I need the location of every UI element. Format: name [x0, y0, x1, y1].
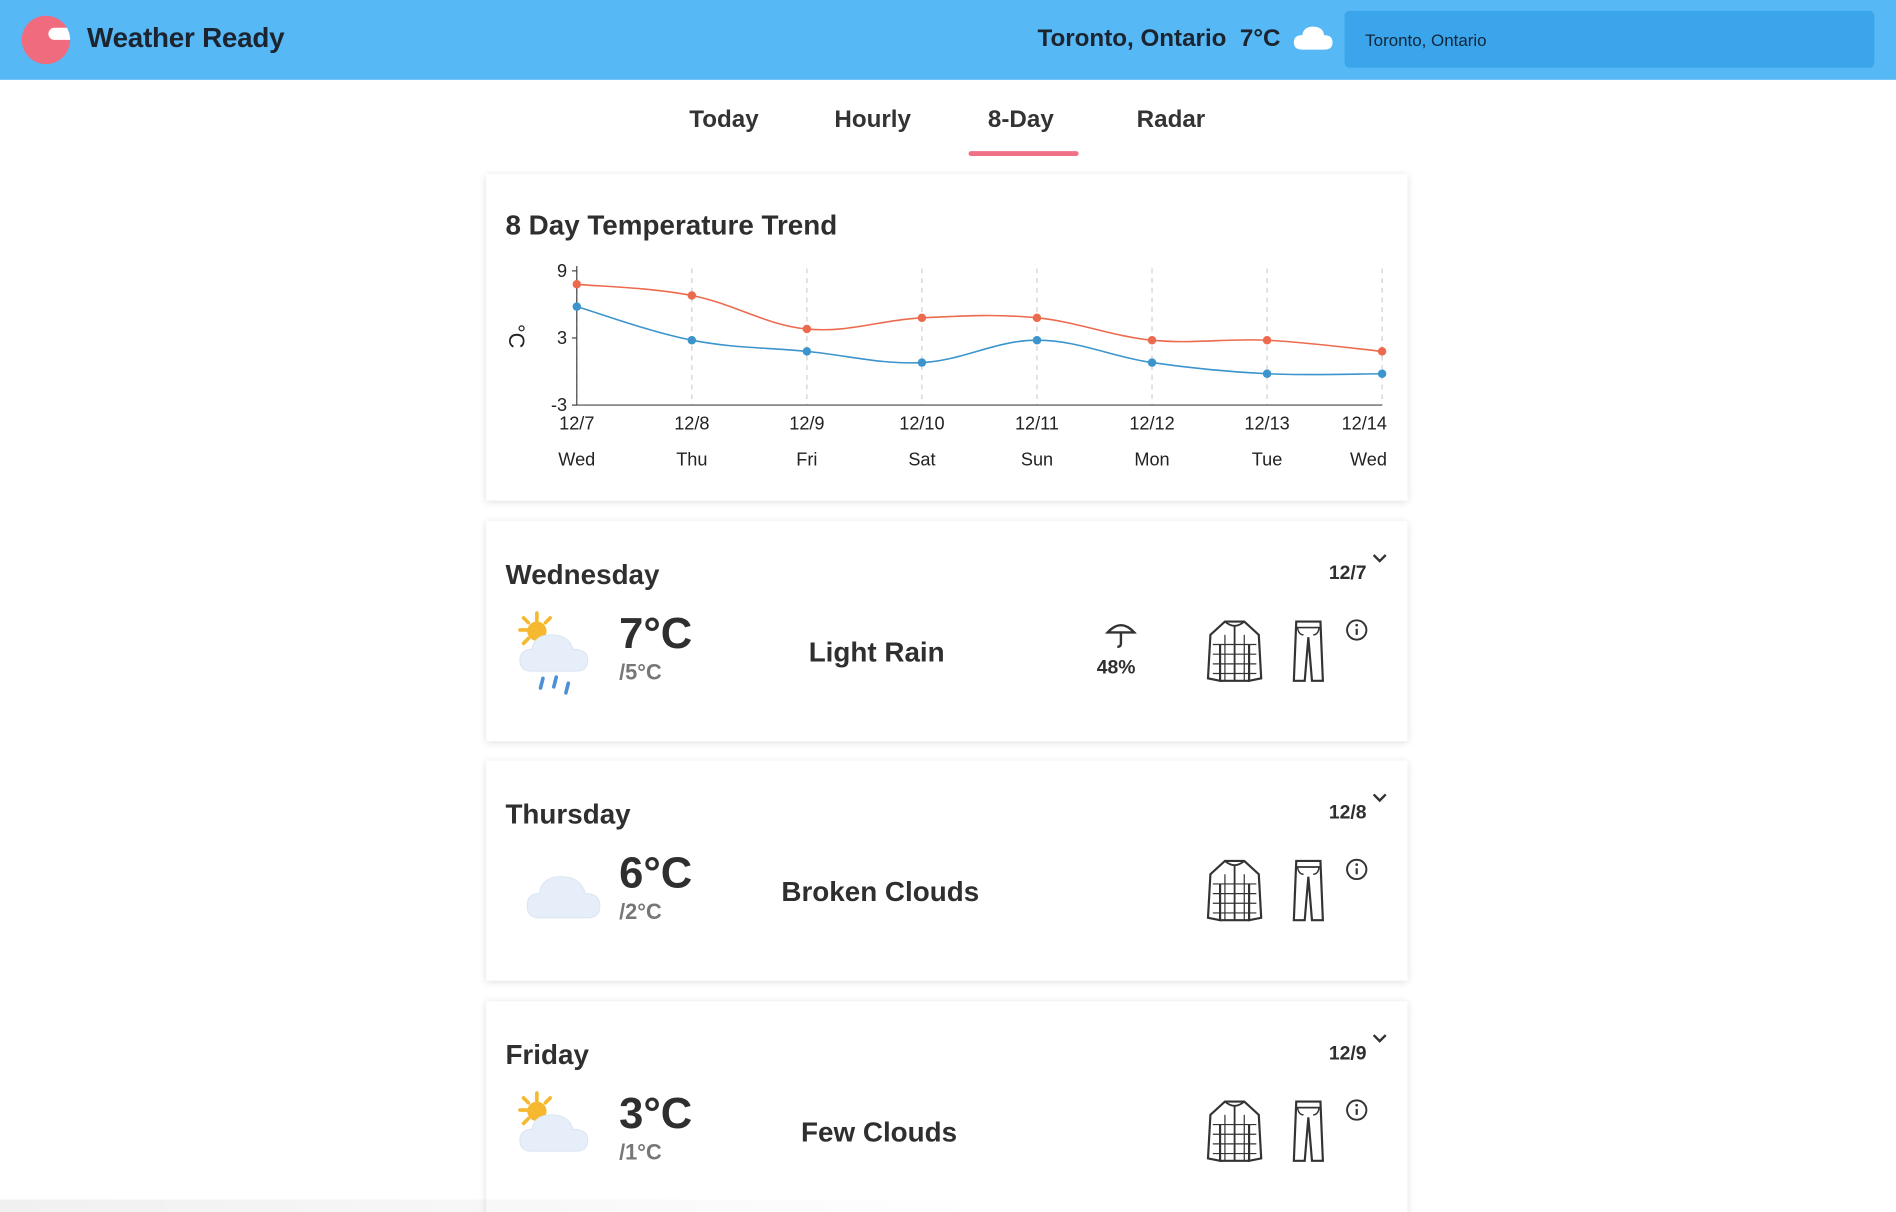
weather-condition: Light Rain	[808, 636, 945, 668]
chevron-down-icon[interactable]	[1371, 1033, 1388, 1045]
x-weekday-label: Tue	[1252, 450, 1283, 470]
pants-icon	[1292, 1100, 1324, 1162]
series-0-point	[1147, 335, 1157, 345]
series-1-point	[572, 302, 582, 311]
series-1-point	[802, 347, 812, 356]
y-tick-label: 3	[557, 328, 567, 348]
sun-cloud-icon	[518, 1091, 589, 1152]
x-weekday-label: Thu	[676, 450, 707, 470]
temperature-trend-chart: 9 3 -3 °C 12/7 Wed 12/8 Thu 12/9 Fri 12/10 Sat 12/11…	[504, 261, 1387, 470]
precip-chance: 48%	[1096, 657, 1136, 679]
top-header: Weather Ready Toronto, Ontario 7°C	[0, 0, 1896, 80]
x-tick-label: 12/10	[899, 413, 944, 433]
day-name: Thursday	[505, 798, 631, 830]
chevron-down-icon[interactable]	[1371, 553, 1388, 565]
series-0-point	[1262, 335, 1272, 345]
low-temp: /5°C	[619, 660, 662, 685]
app-logo-icon[interactable]	[21, 15, 71, 65]
x-weekday-label: Wed	[1350, 450, 1387, 470]
umbrella-icon	[1105, 623, 1137, 649]
day-card-2[interactable]: Friday 12/9 3°C /1°C Few Clouds	[486, 1001, 1408, 1212]
sun-rain-cloud-icon	[518, 611, 589, 695]
forecast-tabs: Today Hourly 8-Day Radar	[0, 80, 1896, 160]
series-1-point	[687, 335, 697, 345]
tab-8-day[interactable]: 8-Day	[988, 106, 1054, 134]
day-name: Wednesday	[505, 558, 660, 591]
series-0-point	[917, 313, 927, 323]
series-1-point	[1147, 358, 1157, 367]
low-temp: /2°C	[619, 899, 662, 924]
low-temp: /1°C	[619, 1140, 662, 1165]
x-tick-label: 12/12	[1129, 413, 1174, 433]
info-icon[interactable]	[1345, 1098, 1369, 1122]
tab-hourly[interactable]: Hourly	[834, 106, 911, 134]
logo-cloud-shape	[48, 27, 71, 40]
jacket-icon	[1206, 620, 1263, 683]
tab-radar[interactable]: Radar	[1137, 106, 1206, 134]
series-1-point	[1377, 369, 1387, 378]
x-tick-label: 12/8	[674, 413, 709, 433]
app-title[interactable]: Weather Ready	[87, 22, 285, 55]
high-temp: 6°C	[619, 847, 693, 898]
day-card-0[interactable]: Wednesday 12/7 7°C /5°C Light Rain 48%	[486, 521, 1408, 742]
x-weekday-label: Fri	[796, 450, 817, 470]
series-0-point	[572, 280, 582, 289]
jacket-icon	[1206, 859, 1263, 922]
weather-condition: Broken Clouds	[781, 875, 980, 907]
day-date: 12/9	[1328, 1043, 1367, 1065]
high-temp: 3°C	[619, 1088, 693, 1138]
x-tick-label: 12/9	[789, 413, 824, 433]
x-weekday-label: Mon	[1134, 450, 1169, 470]
info-icon[interactable]	[1345, 618, 1369, 642]
x-weekday-label: Sat	[908, 450, 935, 470]
day-date: 12/8	[1328, 802, 1367, 824]
day-card-1[interactable]: Thursday 12/8 6°C /2°C Broken Clouds	[486, 760, 1408, 981]
app-root: Weather Ready Toronto, Ontario 7°C Today…	[0, 0, 1896, 1212]
x-tick-label: 12/7	[559, 413, 594, 433]
x-tick-label: 12/13	[1244, 413, 1289, 433]
tab-today[interactable]: Today	[689, 106, 758, 134]
weather-condition: Few Clouds	[801, 1116, 958, 1148]
x-weekday-label: Sun	[1021, 450, 1053, 470]
jacket-icon	[1206, 1100, 1263, 1163]
series-1-point	[1032, 335, 1042, 345]
x-tick-label: 12/14	[1342, 413, 1387, 433]
app-viewport: Weather Ready Toronto, Ontario 7°C Today…	[0, 0, 1896, 1212]
chevron-down-icon[interactable]	[1371, 792, 1388, 804]
y-axis-label: °C	[504, 324, 529, 348]
y-tick-label: -3	[551, 395, 567, 415]
pants-icon	[1292, 620, 1324, 682]
cloud-icon	[526, 876, 601, 919]
pants-icon	[1292, 859, 1324, 922]
x-weekday-label: Wed	[558, 450, 595, 470]
cloud-icon	[1293, 26, 1333, 50]
bottom-shadow	[0, 1199, 992, 1212]
series-1-point	[917, 358, 927, 367]
series-0-point	[802, 324, 812, 334]
location-search-input[interactable]	[1344, 10, 1875, 68]
series-0-point	[1377, 347, 1387, 356]
temperature-trend-card: 8 Day Temperature Trend 9 3 -3 °C 12/7 Wed 12/…	[486, 174, 1408, 501]
x-tick-label: 12/11	[1015, 413, 1059, 433]
info-icon[interactable]	[1345, 857, 1369, 881]
series-1-point	[1262, 369, 1272, 378]
active-tab-indicator	[968, 151, 1079, 156]
current-location-temp: Toronto, Ontario 7°C	[1037, 25, 1281, 52]
series-0-point	[687, 291, 697, 300]
day-name: Friday	[505, 1038, 589, 1071]
series-0-point	[1032, 313, 1042, 323]
y-tick-label: 9	[557, 261, 567, 281]
day-date: 12/7	[1328, 563, 1367, 585]
high-temp: 7°C	[619, 608, 693, 658]
